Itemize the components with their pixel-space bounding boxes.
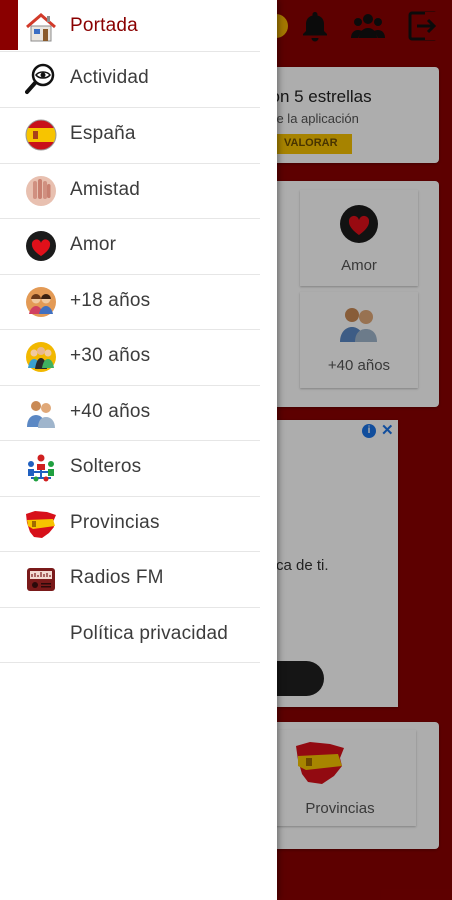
menu-item-amor[interactable]: Amor (0, 219, 277, 275)
magnifier-eye-icon (25, 63, 55, 94)
two-people-icon (27, 401, 55, 428)
menu-item-label: Provincias (70, 512, 160, 533)
menu-item-provincias[interactable]: Provincias (0, 497, 277, 553)
menu-item-label: +30 años (70, 345, 151, 366)
menu-item-label: Amor (70, 234, 117, 255)
menu-item-label: Política privacidad (70, 623, 228, 644)
menu-item-label: +18 años (70, 290, 151, 311)
menu-item-label: Portada (70, 15, 138, 36)
radio-icon (27, 568, 55, 591)
menu-item-radios-fm[interactable]: Radios FM (0, 552, 277, 608)
menu-item-espana[interactable]: España (0, 108, 277, 164)
spain-map-icon (26, 511, 56, 538)
divider (0, 662, 260, 663)
couple-icon (26, 287, 56, 317)
handshake-icon (26, 176, 56, 206)
menu-item-label: Actividad (70, 67, 149, 88)
navigation-drawer: Portada Actividad España Amistad Amor +1… (0, 0, 277, 900)
menu-item-plus40[interactable]: +40 años (0, 386, 277, 442)
menu-item-plus30[interactable]: +30 años (0, 330, 277, 386)
menu-item-plus18[interactable]: +18 años (0, 275, 277, 331)
house-icon (26, 13, 56, 42)
menu-item-label: Solteros (70, 456, 142, 477)
menu-item-label: España (70, 123, 136, 144)
menu-item-solteros[interactable]: Solteros (0, 441, 277, 497)
menu-item-label: +40 años (70, 401, 151, 422)
spain-flag-round-icon (25, 119, 57, 151)
menu-item-politica-privacidad[interactable]: Política privacidad (0, 608, 277, 664)
heart-icon (26, 231, 56, 261)
menu-item-actividad[interactable]: Actividad (0, 52, 277, 108)
menu-item-label: Radios FM (70, 567, 164, 588)
people-network-icon (28, 454, 54, 482)
menu-item-portada[interactable]: Portada (0, 0, 277, 56)
group-icon (26, 342, 56, 372)
menu-item-amistad[interactable]: Amistad (0, 164, 277, 220)
menu-item-label: Amistad (70, 179, 141, 200)
